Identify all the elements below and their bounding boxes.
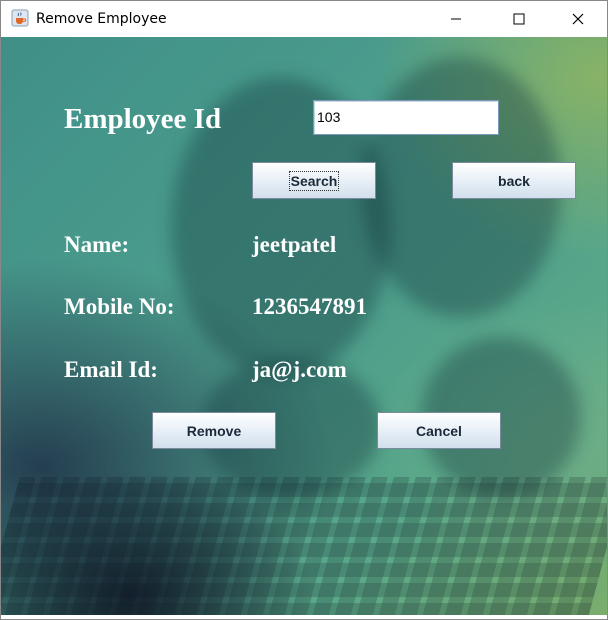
back-button-label: back	[498, 172, 530, 189]
close-icon	[572, 13, 584, 25]
employee-id-label: Employee Id	[64, 103, 222, 135]
mobile-value: 1236547891	[252, 294, 367, 319]
email-label: Email Id:	[64, 357, 158, 382]
name-value: jeetpatel	[252, 232, 337, 257]
search-button[interactable]: Search	[252, 162, 376, 199]
maximize-button[interactable]	[496, 1, 542, 37]
maximize-icon	[513, 13, 525, 25]
remove-button[interactable]: Remove	[152, 412, 276, 449]
background-keyboard	[1, 477, 607, 615]
cancel-button[interactable]: Cancel	[377, 412, 501, 449]
name-label: Name:	[64, 232, 130, 257]
email-value: ja@j.com	[252, 357, 347, 382]
mobile-label: Mobile No:	[64, 294, 175, 319]
minimize-icon	[451, 18, 461, 20]
close-button[interactable]	[555, 1, 601, 37]
java-cup-icon	[11, 9, 29, 27]
employee-id-input[interactable]: 103	[313, 100, 499, 135]
remove-button-label: Remove	[186, 422, 242, 439]
title-bar: Remove Employee	[1, 1, 607, 37]
window-title: Remove Employee	[36, 11, 167, 27]
search-button-label: Search	[288, 170, 340, 191]
minimize-button[interactable]	[433, 1, 479, 37]
back-button[interactable]: back	[452, 162, 576, 199]
form-panel: Employee Id 103 Search back Name: jeetpa…	[1, 37, 607, 615]
remove-employee-window: Remove Employee Employee Id 103 Search b…	[0, 0, 608, 620]
cancel-button-label: Cancel	[416, 422, 462, 439]
